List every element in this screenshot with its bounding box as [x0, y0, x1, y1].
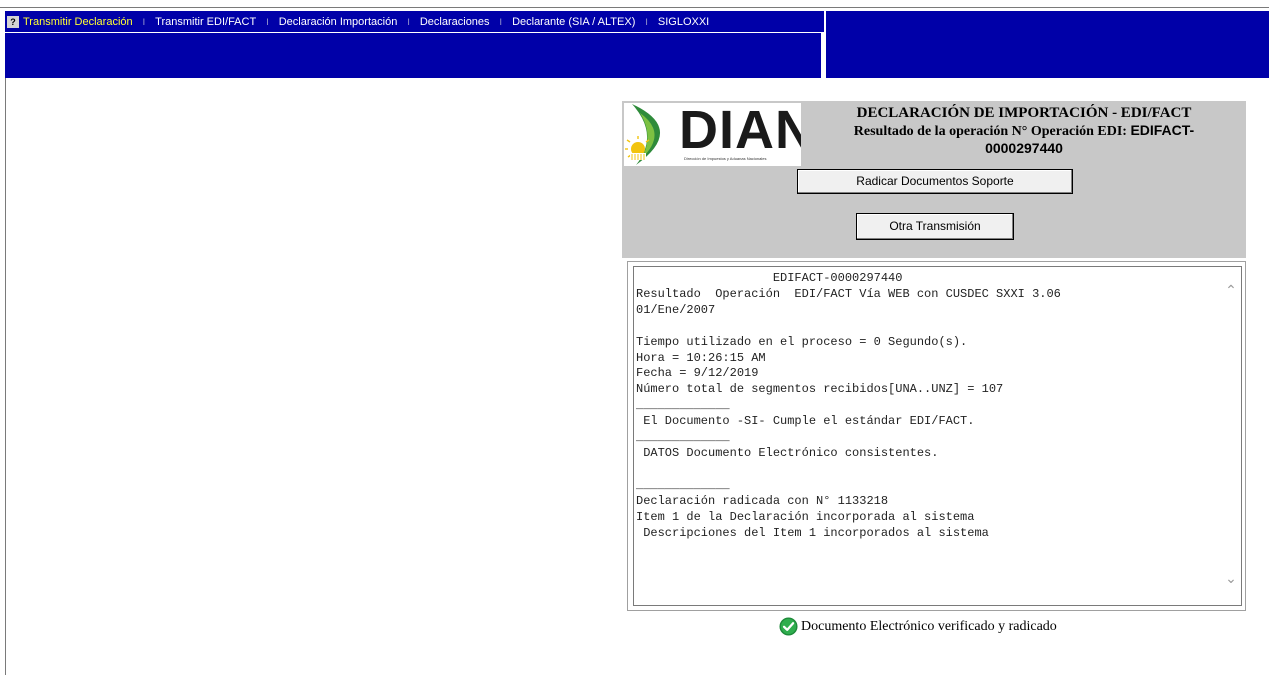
menu-item-sigloxxi[interactable]: SIGLOXXI	[658, 16, 709, 28]
banner-right	[826, 11, 1269, 78]
menu-separator: I	[645, 16, 648, 27]
menu-item-declarante[interactable]: Declarante (SIA / ALTEX)	[512, 16, 635, 28]
radicar-documentos-button[interactable]: Radicar Documentos Soporte	[797, 169, 1073, 194]
menu-separator: I	[142, 16, 146, 27]
dian-logo: DIAN Dirección de Impuestos y Aduanas Na…	[624, 103, 801, 166]
logo-wordmark: DIAN	[679, 103, 801, 160]
dian-emblem-icon	[625, 104, 661, 165]
check-circle-icon	[779, 617, 798, 636]
menu-item-declaraciones[interactable]: Declaraciones	[420, 16, 490, 28]
menu-item-transmitir-declaracion[interactable]: Transmitir Declaración	[23, 16, 133, 28]
operation-id-prefix: EDIFACT-	[1130, 122, 1195, 138]
result-text: EDIFACT-0000297440 Resultado Operación E…	[636, 271, 1061, 540]
menu-bar: ? Transmitir Declaración I Transmitir ED…	[5, 11, 824, 32]
operation-subtitle: Resultado de la operación N° Operación E…	[814, 122, 1234, 140]
frame-divider	[5, 78, 6, 675]
menu-separator: I	[499, 16, 503, 27]
window-top-border	[0, 0, 1269, 8]
banner-left	[5, 32, 823, 78]
menu-separator: I	[407, 16, 410, 27]
otra-transmision-button[interactable]: Otra Transmisión	[856, 213, 1014, 240]
result-title-block: DECLARACIÓN DE IMPORTACIÓN - EDI/FACT Re…	[814, 105, 1234, 157]
menu-separator: I	[266, 16, 269, 27]
menu-item-declaracion-importacion[interactable]: Declaración Importación	[279, 16, 398, 28]
menu-item-transmitir-edifact[interactable]: Transmitir EDI/FACT	[155, 16, 256, 28]
help-icon[interactable]: ?	[7, 15, 19, 28]
operation-id: 0000297440	[985, 140, 1063, 156]
scroll-down-icon[interactable]: ⌄	[1224, 571, 1238, 585]
logo-subtitle: Dirección de Impuestos y Aduanas Naciona…	[684, 156, 767, 161]
operation-label: Resultado de la operación N° Operación E…	[853, 124, 1127, 139]
status-message: Documento Electrónico verificado y radic…	[779, 617, 1057, 636]
scroll-up-icon[interactable]: ⌃	[1224, 283, 1238, 297]
page-title: DECLARACIÓN DE IMPORTACIÓN - EDI/FACT	[856, 105, 1192, 121]
status-text: Documento Electrónico verificado y radic…	[801, 618, 1057, 634]
